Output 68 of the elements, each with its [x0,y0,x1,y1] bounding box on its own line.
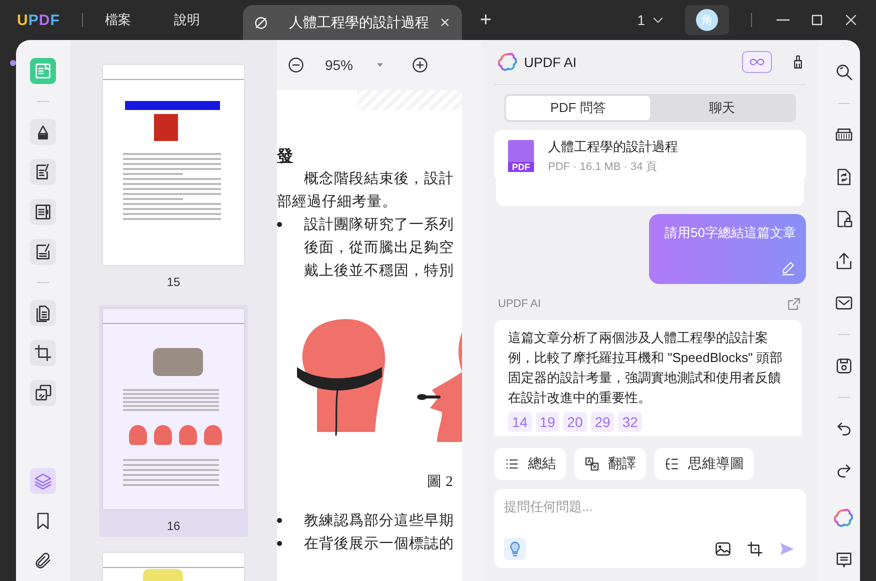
body-text: 戴上後並不穩固，特別 [304,262,454,280]
page-number: 16 [166,519,180,533]
bullet-icon [277,518,282,523]
share-icon [834,251,854,271]
answer-text: 這篇文章分析了兩個涉及人體工程學的設計案例，比較了摩托羅拉耳機和 "SpeedBlocks" 頭部固定器的設計考量，強調實地測試和使用者反饋在設計改進中的重要性。 [508,329,784,407]
menu-item[interactable]: 檔案 [104,11,131,29]
page-indicator: 1 [637,12,645,28]
lightbulb-icon[interactable] [504,538,526,560]
crop-icon[interactable] [746,540,764,558]
assistant-label: UPDF AI [498,298,541,310]
app-logo: UPDF [17,12,60,28]
columns-document-button[interactable] [30,199,56,225]
image-icon[interactable] [714,540,732,558]
question-input-field[interactable]: 提問任何問題... [504,499,796,514]
pencil-icon[interactable] [780,260,796,276]
body-text: 概念階段結束後，設計 [304,170,454,188]
file-details: PDF · 16.1 MB · 34 頁 [548,160,658,174]
zoom-in-icon[interactable] [411,56,429,74]
stacked-pages-icon [33,383,53,403]
new-tab-button[interactable]: + [474,8,498,32]
message-text: 請用50字總結這篇文章 [664,224,796,242]
save-icon [834,356,854,376]
ai-logo-icon [834,508,854,528]
pdf-file-icon: PDF [508,140,534,172]
pen-document-button[interactable] [30,159,56,185]
page-thumbnail[interactable]: 16 [99,305,248,537]
zoom-out-icon[interactable] [287,56,305,74]
zoom-level[interactable]: 95% [313,57,365,73]
page-number: 15 [166,275,180,289]
book-icon [33,61,53,81]
layers-icon [33,471,53,491]
file-name: 人體工程學的設計過程 [548,138,678,156]
close-tab-button[interactable]: × [438,12,452,32]
bullet-icon [277,541,282,546]
mind-map-icon [664,456,680,472]
comment-icon [834,550,854,570]
highlighter-button[interactable] [30,119,56,145]
paperclip-icon [33,551,53,571]
section-heading: 發 [277,146,293,167]
panel-title: UPDF AI [524,54,578,70]
body-text: 在背後展示一個標誌的 [304,535,454,553]
mode-tab[interactable]: 聊天 [650,96,794,120]
search-icon [834,62,854,82]
quick-action-button[interactable]: 思維導圖 [654,448,754,480]
stacked-pages-button[interactable] [30,380,56,406]
figure-caption: 圖 2 [427,473,453,491]
external-link-icon[interactable] [786,296,802,312]
body-text: 後面，從而騰出足夠空 [304,239,454,257]
body-text: 教練認爲部分這些早期 [304,512,454,530]
signature-document-button[interactable] [30,239,56,265]
documents-button[interactable] [30,300,56,326]
tab-title: 人體工程學的設計過程 [288,14,430,32]
mode-tab[interactable]: PDF 問答 [506,96,650,120]
infinity-button[interactable] [742,51,772,73]
document-tab[interactable]: 人體工程學的設計過程 × [242,5,462,40]
quick-action-button[interactable]: 翻譯 [574,448,646,480]
translate-icon [584,456,600,472]
crop-button[interactable] [30,340,56,366]
body-text: 設計團隊研究了一系列 [304,216,454,234]
columns-document-icon [33,202,53,222]
menu-item[interactable]: 說明 [174,11,200,29]
ai-logo-icon [498,52,518,72]
bullet-icon [277,222,282,227]
body-text: 部經過仔細考量。 [277,192,397,211]
status-dot [10,60,16,66]
layers-button[interactable] [30,468,56,494]
quick-action-button[interactable]: 總結 [494,448,566,480]
crop-icon [33,343,53,363]
